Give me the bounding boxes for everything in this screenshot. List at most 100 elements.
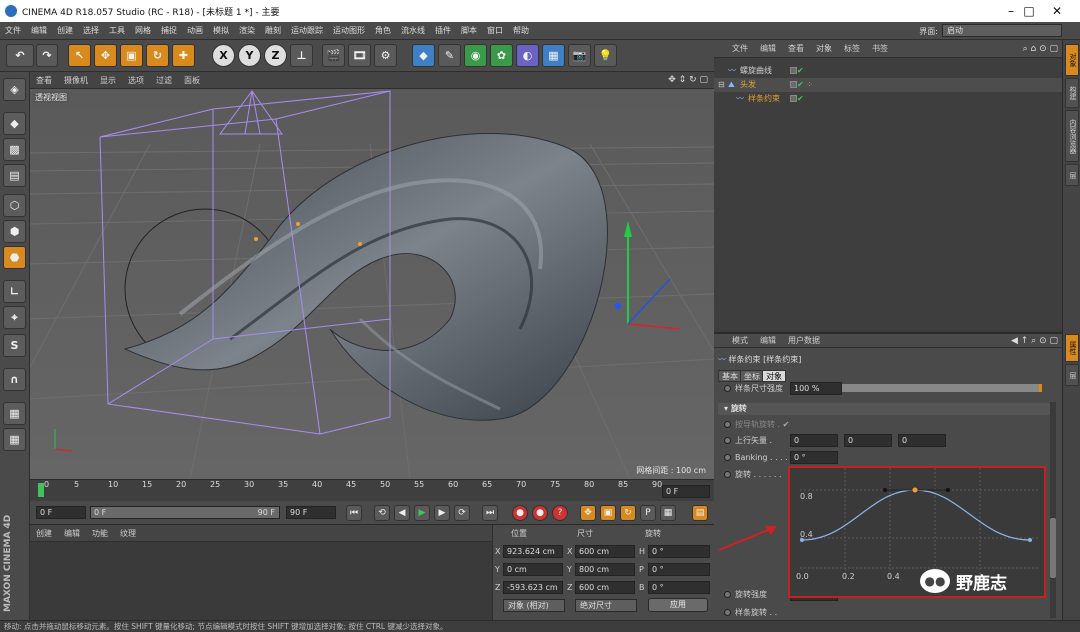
coord-mode-dropdown[interactable]: 对象 (相对) [503,599,565,612]
viewport-nav-icons[interactable]: ✥ ⇕ ↻ ▢ [668,75,708,85]
obj-menu-tags[interactable]: 标签 [838,43,866,54]
vp-menu-view[interactable]: 查看 [30,75,58,86]
tab-layer[interactable]: 层 [1065,364,1079,386]
size-z-field[interactable]: 600 cm [575,581,635,594]
prev-key-button[interactable]: ⟲ [374,505,390,521]
size-x-field[interactable]: 600 cm [575,545,635,558]
redo-button[interactable]: ↷ [36,44,58,67]
menu-select[interactable]: 选择 [78,25,104,36]
make-editable-icon[interactable]: ◈ [3,78,26,101]
object-row-spline-constraint[interactable]: 〰 样条约束 ✔ [714,92,1062,106]
light-icon[interactable]: 💡 [594,44,617,67]
menu-file[interactable]: 文件 [0,25,26,36]
mat-menu-texture[interactable]: 纹理 [114,528,142,539]
menu-create[interactable]: 创建 [52,25,78,36]
vp-menu-camera[interactable]: 摄像机 [58,75,94,86]
pos-z-field[interactable]: -593.623 cm [503,581,563,594]
up-vector-y[interactable]: 0 [844,434,892,447]
obj-search-icon[interactable]: ⌕ ⌂ ⊙ ▢ [1023,44,1058,54]
auto-key-button[interactable]: ● [532,505,548,521]
play-button[interactable]: ▶ [414,505,430,521]
attr-tab-object[interactable]: 对象 [762,370,786,382]
attr-menu-edit[interactable]: 编辑 [754,335,782,346]
size-strength-field[interactable]: 100 % [790,382,842,395]
menu-character[interactable]: 角色 [370,25,396,36]
x-axis-lock-icon[interactable]: X [212,44,235,67]
vp-menu-filter[interactable]: 过滤 [150,75,178,86]
rot-h-field[interactable]: 0 ° [648,545,710,558]
object-row-helix[interactable]: 〰 螺旋曲线 ✔ [714,64,1062,78]
expand-icon[interactable]: ⊟ [718,78,725,92]
tab-content-browser[interactable]: 内容浏览器 [1065,110,1079,162]
obj-menu-view[interactable]: 查看 [782,43,810,54]
axis-mode-icon[interactable]: ∟ [3,280,26,303]
handle-point[interactable] [296,222,300,226]
add-object-icon[interactable]: ✚ [172,44,195,67]
pen-spline-icon[interactable]: ✎ [438,44,461,67]
point-mode-icon[interactable]: ⬡ [3,194,26,217]
z-axis-lock-icon[interactable]: Z [264,44,287,67]
material-area[interactable] [30,542,492,620]
menu-render[interactable]: 渲染 [234,25,260,36]
attr-nav-icons[interactable]: ◀ ↑ ⌕ ⊙ ▢ [1011,336,1058,346]
close-button[interactable]: ✕ [1034,0,1080,22]
tab-objects[interactable]: 对象 [1065,44,1079,76]
menu-edit[interactable]: 编辑 [26,25,52,36]
apply-button[interactable]: 应用 [648,598,708,612]
scale-tool-icon[interactable]: ▣ [120,44,143,67]
frame-range-slider[interactable]: 0 F 90 F [90,506,280,519]
obj-menu-bookmarks[interactable]: 书签 [866,43,894,54]
menu-sculpt[interactable]: 雕刻 [260,25,286,36]
workplane-grid-icon[interactable]: ▦ [3,428,26,451]
rotate-tool-icon[interactable]: ↻ [146,44,169,67]
vp-menu-options[interactable]: 选项 [122,75,150,86]
mat-menu-function[interactable]: 功能 [86,528,114,539]
coordinate-system-icon[interactable]: ⊥ [290,44,313,67]
obj-menu-object[interactable]: 对象 [810,43,838,54]
next-key-button[interactable]: ⟳ [454,505,470,521]
tweak-mode-icon[interactable]: ⌖ [3,306,26,329]
cube-primitive-icon[interactable]: ◆ [412,44,435,67]
rot-p-field[interactable]: 0 ° [648,563,710,576]
subdivision-icon[interactable]: ◉ [464,44,487,67]
size-strength-slider[interactable] [842,384,1042,392]
object-list[interactable]: 〰 螺旋曲线 ✔ ⊟ ⛰ 头发 ✔ ⁘ 〰 样条约束 ✔ [714,58,1062,330]
handle-point[interactable] [358,242,362,246]
key-param-button[interactable]: P [640,505,656,521]
solo-mode-icon[interactable]: S [3,334,26,357]
pos-x-field[interactable]: 923.624 cm [503,545,563,558]
goto-start-button[interactable]: ⏮ [346,505,362,521]
vp-menu-display[interactable]: 显示 [94,75,122,86]
live-select-icon[interactable]: ↖ [68,44,91,67]
perspective-viewport[interactable]: 透视视图 网格间距 : 100 cm [30,89,714,479]
workplane-mode-icon[interactable]: ▤ [3,164,26,187]
mat-menu-create[interactable]: 创建 [30,528,58,539]
render-picture-viewer-icon[interactable]: 🎞 [348,44,371,67]
menu-snap[interactable]: 捕捉 [156,25,182,36]
tab-takes[interactable]: 构建 [1065,78,1079,108]
menu-help[interactable]: 帮助 [508,25,534,36]
key-scale-button[interactable]: ▣ [600,505,616,521]
attr-menu-userdata[interactable]: 用户数据 [782,335,826,346]
deformer-icon[interactable]: ◐ [516,44,539,67]
timeline-scheme-button[interactable]: ▤ [692,505,708,521]
object-row-hair[interactable]: ⊟ ⛰ 头发 ✔ ⁘ [714,78,1062,92]
prev-frame-button[interactable]: ◀ [394,505,410,521]
floor-icon[interactable]: ▦ [542,44,565,67]
mograph-cloner-icon[interactable]: ✿ [490,44,513,67]
tab-layers[interactable]: 层 [1065,164,1079,186]
handle-point[interactable] [254,237,258,241]
vp-menu-panel[interactable]: 面板 [178,75,206,86]
keyframe-selection-button[interactable]: ? [552,505,568,521]
polygon-mode-icon[interactable]: ⬣ [3,246,26,269]
menu-mesh[interactable]: 网格 [130,25,156,36]
texture-mode-icon[interactable]: ▩ [3,138,26,161]
menu-motion-tracking[interactable]: 运动跟踪 [286,25,328,36]
key-position-button[interactable]: ✥ [580,505,596,521]
up-vector-z[interactable]: 0 [898,434,946,447]
menu-pipeline[interactable]: 流水线 [396,25,430,36]
move-tool-icon[interactable]: ✥ [94,44,117,67]
undo-button[interactable]: ↶ [6,44,34,67]
snap-magnet-icon[interactable]: ∩ [3,368,26,391]
menu-script[interactable]: 脚本 [456,25,482,36]
